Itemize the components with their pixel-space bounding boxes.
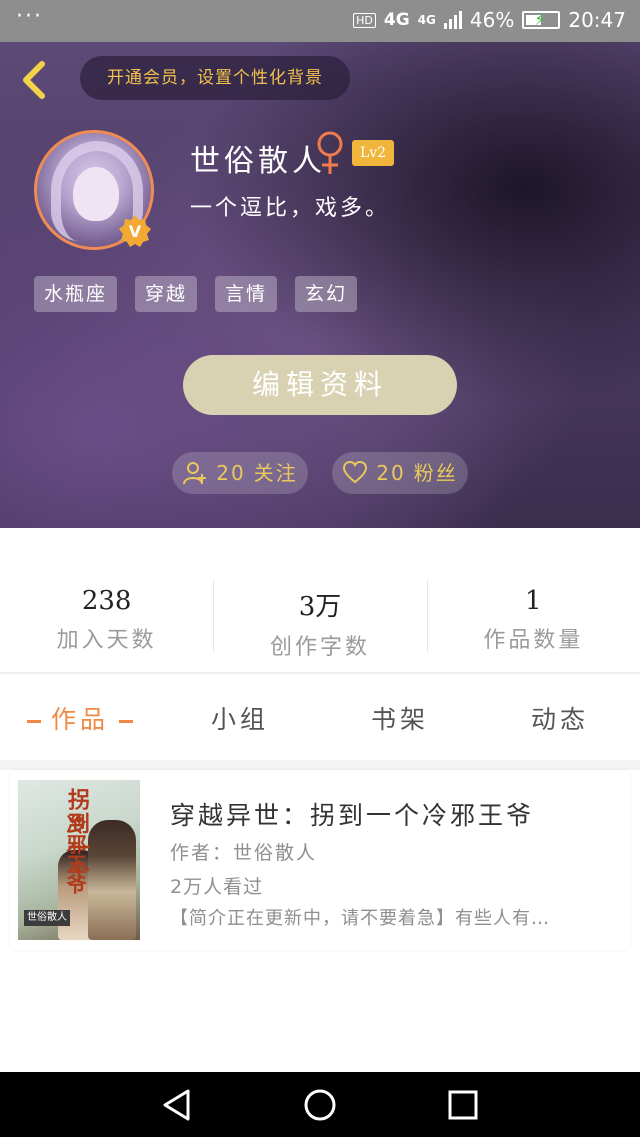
follow-label: 关注 — [253, 461, 298, 485]
vip-banner[interactable]: 开通会员，设置个性化背景 — [80, 56, 350, 100]
clock: 20:47 — [568, 8, 626, 32]
battery-icon: ⚡ — [522, 10, 561, 29]
book-card[interactable]: 拐到一个 冷邪王爷 世俗散人 穿越异世：拐到一个冷邪王爷 作者：世俗散人 2万人… — [10, 770, 630, 950]
stat-value: 1 — [525, 586, 542, 616]
network-4g-label: 4G — [383, 10, 410, 30]
section-gap — [0, 760, 640, 770]
tab-label: 作品 — [50, 705, 109, 734]
tab-works[interactable]: 作品 — [0, 680, 160, 760]
stat-label: 创作字数 — [269, 635, 370, 660]
tab-groups[interactable]: 小组 — [160, 680, 320, 760]
tab-activity[interactable]: 动态 — [480, 680, 640, 760]
stat-days: 238 加入天数 — [0, 576, 213, 660]
book-views: 2万人看过 — [170, 876, 264, 898]
stat-value: 238 — [81, 586, 132, 616]
stat-works: 1 作品数量 — [426, 576, 640, 660]
home-circle-icon[interactable] — [303, 1088, 337, 1122]
battery-percent: 46% — [469, 8, 515, 32]
tab-bookshelf[interactable]: 书架 — [320, 680, 480, 760]
cover-title-2: 冷邪王爷 — [63, 814, 87, 894]
hd-icon: HD — [353, 12, 376, 28]
female-gender-icon — [317, 131, 343, 174]
heart-icon — [343, 460, 368, 484]
profile-header: 开通会员，设置个性化背景 V 世俗散人 Lv2 一个逗比，戏多。 水瓶座 穿越 … — [0, 42, 640, 528]
tag-list: 水瓶座 穿越 言情 玄幻 — [34, 276, 358, 312]
tag-item: 言情 — [215, 276, 278, 312]
svg-text:V: V — [129, 222, 142, 241]
fans-label: 粉丝 — [413, 461, 458, 485]
book-author: 作者：世俗散人 — [170, 842, 318, 864]
book-intro: 【简介正在更新中，请不要着急】有些人有… — [170, 908, 550, 929]
status-bar: ··· HD 4G 4G 46% ⚡ 20:47 — [0, 0, 640, 42]
stat-label: 加入天数 — [56, 628, 157, 653]
back-button[interactable] — [14, 58, 54, 102]
network-4g-label-2: 4G — [417, 13, 436, 27]
divider — [0, 672, 640, 674]
tag-item: 穿越 — [135, 276, 198, 312]
signal-icon — [443, 11, 462, 29]
stat-words: 3万 创作字数 — [213, 576, 426, 660]
username: 世俗散人 — [190, 144, 326, 179]
level-badge: Lv2 — [352, 140, 394, 166]
status-icons: HD 4G 4G 46% ⚡ 20:47 — [353, 8, 626, 32]
user-signature: 一个逗比，戏多。 — [190, 196, 391, 221]
stats-row: 238 加入天数 3万 创作字数 1 作品数量 — [0, 576, 640, 660]
tag-item: 水瓶座 — [34, 276, 118, 312]
tab-bar: 作品 小组 书架 动态 — [0, 680, 640, 760]
navigation-bar — [0, 1072, 640, 1137]
fans-count: 20 — [376, 461, 406, 485]
add-user-icon — [183, 462, 207, 485]
cover-author: 世俗散人 — [24, 910, 70, 926]
book-title[interactable]: 穿越异世：拐到一个冷邪王爷 — [170, 796, 534, 832]
vip-badge-icon: V — [119, 215, 151, 247]
stat-label: 作品数量 — [483, 628, 584, 653]
tag-item: 玄幻 — [295, 276, 358, 312]
chevron-left-icon — [23, 61, 45, 99]
back-triangle-icon[interactable] — [160, 1088, 194, 1122]
book-cover[interactable]: 拐到一个 冷邪王爷 世俗散人 — [18, 780, 140, 940]
edit-profile-button[interactable]: 编辑资料 — [183, 355, 457, 415]
follow-button[interactable]: 20 关注 — [172, 452, 308, 494]
stat-value: 3万 — [298, 592, 342, 622]
recents-square-icon[interactable] — [446, 1088, 480, 1122]
avatar-container[interactable]: V — [34, 130, 154, 250]
notification-dots: ··· — [16, 4, 43, 29]
fans-button[interactable]: 20 粉丝 — [332, 452, 468, 494]
follow-count: 20 — [216, 461, 246, 485]
